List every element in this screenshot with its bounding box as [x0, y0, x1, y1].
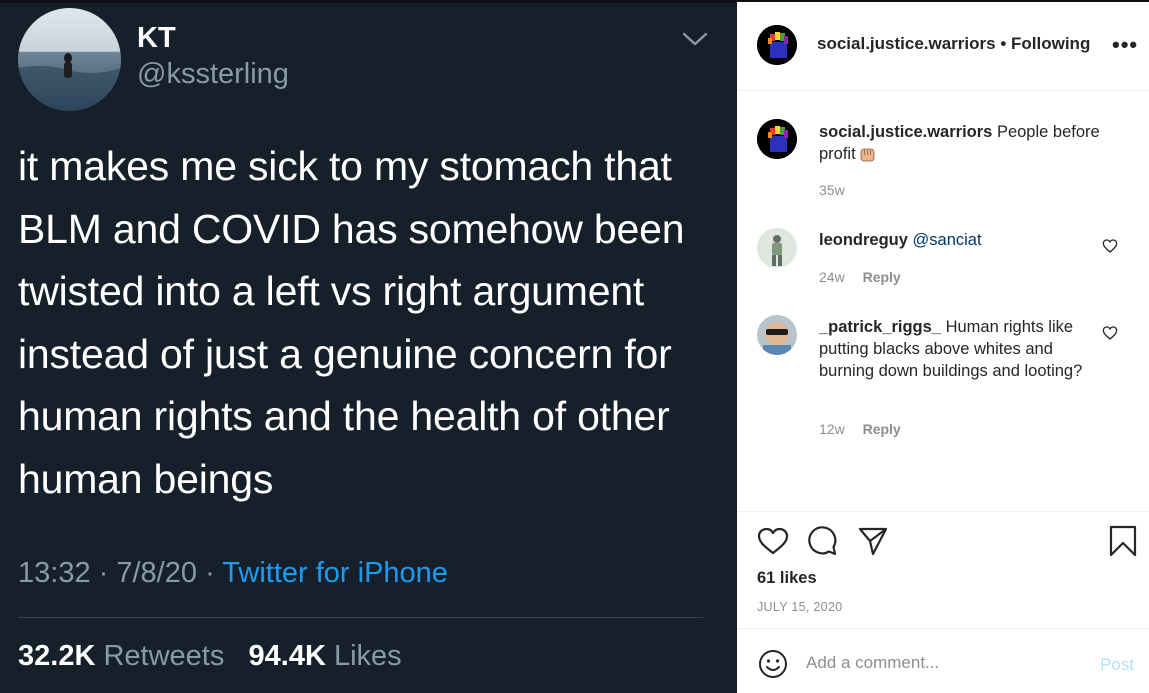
comment-meta: 12w Reply	[819, 421, 901, 437]
top-border	[737, 0, 1149, 2]
actions-separator	[737, 511, 1149, 512]
tweet-text: it makes me sick to my stomach that BLM …	[18, 143, 685, 502]
tweet-image: KT @kssterling it makes me sick to my st…	[0, 0, 737, 693]
comment-icon[interactable]	[806, 525, 838, 557]
comment: leondreguy @sanciat	[819, 229, 1109, 251]
add-comment-row: Post	[737, 629, 1149, 693]
post-actions	[757, 525, 1137, 557]
share-icon[interactable]	[857, 525, 889, 557]
likes-count[interactable]: 61 likes	[757, 569, 817, 588]
post-comment-button[interactable]: Post	[1100, 655, 1134, 675]
comment-avatar[interactable]	[757, 228, 797, 268]
comment-time[interactable]: 12w	[819, 421, 845, 437]
caption-time[interactable]: 35w	[819, 182, 845, 198]
heart-icon[interactable]	[1102, 238, 1118, 254]
raised-fist-emoji	[860, 148, 875, 162]
tweet-divider	[18, 617, 703, 618]
chevron-down-icon	[682, 32, 708, 46]
likes-label: Likes	[333, 640, 402, 672]
caption-username[interactable]: social.justice.warriors	[819, 123, 992, 141]
tweet-date: 7/8/20	[116, 557, 197, 589]
comment-username[interactable]: leondreguy	[819, 231, 908, 249]
caption-meta: 35w	[819, 182, 845, 198]
tweet-meta: 13:32 · 7/8/20 · Twitter for iPhone	[18, 557, 448, 590]
bookmark-icon[interactable]	[1107, 525, 1139, 557]
comment-mention[interactable]: @sanciat	[913, 231, 982, 249]
meta-separator: ·	[205, 557, 223, 589]
tweet-stats: 32.2K Retweets 94.4K Likes	[18, 640, 402, 673]
more-icon[interactable]: •••	[1112, 32, 1138, 58]
heart-icon[interactable]	[757, 525, 789, 557]
likes-count: 94.4K	[248, 640, 326, 672]
account-avatar[interactable]	[757, 25, 797, 65]
caption: social.justice.warriors People before pr…	[819, 121, 1109, 165]
post-date: JULY 15, 2020	[757, 600, 843, 614]
retweets-count: 32.2K	[18, 640, 96, 672]
tweet-top-strip	[0, 0, 737, 3]
tweet-handle: @kssterling	[137, 58, 289, 90]
emoji-icon[interactable]	[758, 649, 788, 679]
caption-avatar[interactable]	[757, 119, 797, 159]
comment-input[interactable]	[806, 653, 1066, 673]
meta-separator: ·	[98, 557, 117, 589]
heart-icon[interactable]	[1102, 325, 1118, 341]
retweets-label: Retweets	[103, 640, 225, 672]
comment-avatar[interactable]	[757, 315, 797, 355]
tweet-avatar	[18, 8, 121, 111]
tweet-display-name: KT	[137, 22, 176, 54]
header-dot: •	[1000, 34, 1012, 53]
header-separator	[737, 90, 1149, 91]
post-header: social.justice.warriors • Following	[817, 34, 1090, 54]
following-button[interactable]: Following	[1011, 34, 1090, 53]
tweet-source: Twitter for iPhone	[222, 557, 448, 589]
reply-button[interactable]: Reply	[863, 421, 901, 437]
post-side-panel: social.justice.warriors • Following ••• …	[737, 0, 1149, 693]
account-username[interactable]: social.justice.warriors	[817, 34, 996, 53]
tweet-time: 13:32	[18, 557, 91, 589]
reply-button[interactable]: Reply	[863, 269, 901, 285]
comment-meta: 24w Reply	[819, 269, 901, 285]
comment-time[interactable]: 24w	[819, 269, 845, 285]
comment: _patrick_riggs_ Human rights like puttin…	[819, 316, 1109, 382]
comment-username[interactable]: _patrick_riggs_	[819, 318, 941, 336]
